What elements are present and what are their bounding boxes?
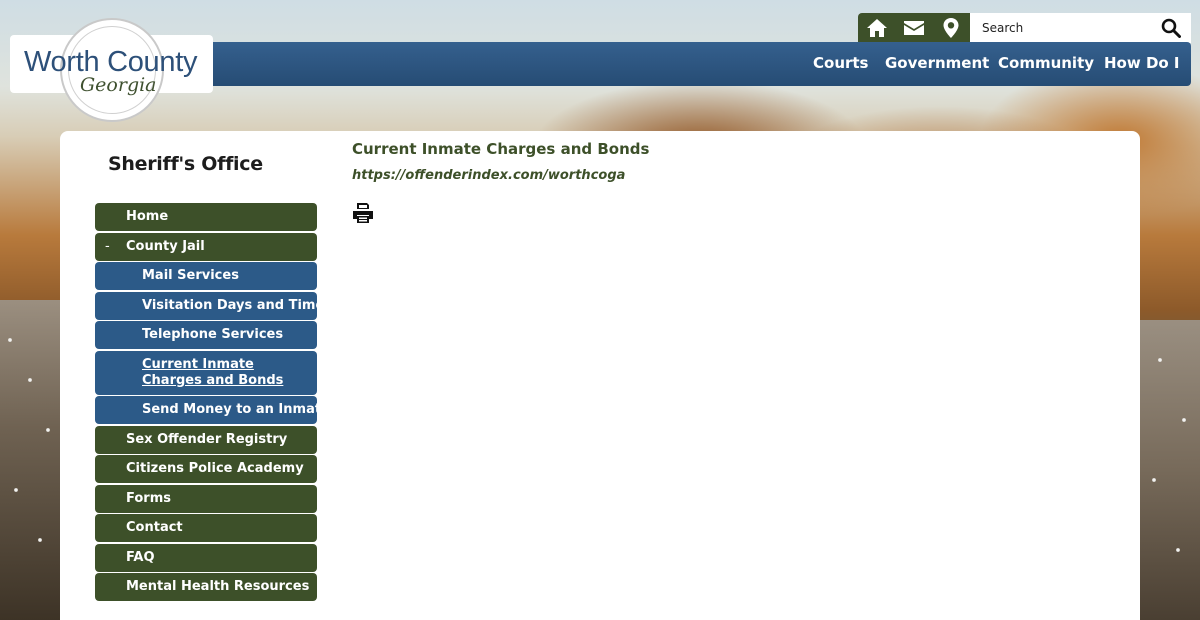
sidebar-item-label: Telephone Services	[142, 327, 284, 342]
sidebar-item-telephone[interactable]: Telephone Services	[95, 321, 317, 349]
sidebar-item-citizens-police-academy[interactable]: Citizens Police Academy	[95, 455, 317, 483]
sidebar-item-visitation[interactable]: Visitation Days and Times	[95, 291, 332, 320]
print-icon[interactable]	[352, 202, 374, 224]
sidebar-item-label: Mail Services	[142, 268, 239, 283]
background-cotton-right	[1140, 320, 1200, 620]
sidebar-item-label: Send Money to an Inmate	[142, 402, 330, 417]
search-input[interactable]	[970, 14, 1156, 42]
sidebar-item-contact[interactable]: Contact	[95, 514, 317, 542]
page-title: Current Inmate Charges and Bonds	[352, 140, 650, 158]
sidebar-item-send-money[interactable]: Send Money to an Inmate	[95, 396, 330, 424]
utility-bar	[858, 13, 1191, 43]
nav-item-community[interactable]: Community	[998, 54, 1094, 72]
sidebar-item-label: FAQ	[126, 549, 155, 565]
logo-subtitle: Georgia	[80, 74, 157, 96]
sidebar-item-label: Mental Health Resources	[126, 579, 310, 594]
content-panel: Sheriff's Office Home - County Jail Mail …	[60, 131, 1140, 620]
sidebar-item-label: County Jail	[126, 238, 205, 254]
sidebar-title: Sheriff's Office	[108, 153, 263, 175]
expand-indicator: -	[105, 238, 110, 254]
sidebar-item-mental-health[interactable]: Mental Health Resources	[95, 573, 317, 601]
main-content: Current Inmate Charges and Bonds https:/…	[352, 140, 650, 223]
sidebar-item-label: Contact	[126, 520, 183, 535]
sidebar-item-sex-offender-registry[interactable]: Sex Offender Registry	[95, 425, 317, 454]
nav-item-how-do-i[interactable]: How Do I	[1104, 54, 1180, 72]
search-icon[interactable]	[1156, 13, 1186, 43]
sidebar-item-label: Citizens Police Academy	[126, 461, 304, 476]
side-nav: Home - County Jail Mail Services Visitati…	[95, 203, 332, 603]
main-nav: Courts Government Community How Do I	[213, 42, 1191, 86]
map-pin-icon[interactable]	[932, 13, 969, 43]
sidebar-item-label: Current Inmate Charges and Bonds	[142, 356, 284, 388]
sidebar-item-forms[interactable]: Forms	[95, 484, 317, 513]
sidebar-item-label: Forms	[126, 490, 171, 506]
sidebar-item-inmate-charges[interactable]: Current Inmate Charges and Bonds	[95, 350, 317, 395]
sidebar-item-faq[interactable]: FAQ	[95, 543, 317, 572]
background-cotton-left	[0, 300, 60, 620]
nav-item-courts[interactable]: Courts	[813, 54, 869, 72]
home-icon[interactable]	[858, 13, 895, 43]
sidebar-item-label: Visitation Days and Times	[142, 297, 333, 313]
sidebar-item-home[interactable]: Home	[95, 203, 317, 231]
sidebar-item-mail-services[interactable]: Mail Services	[95, 262, 317, 290]
sidebar-item-county-jail[interactable]: - County Jail	[95, 232, 317, 261]
sidebar-item-label: Sex Offender Registry	[126, 431, 288, 447]
sidebar-item-label: Home	[126, 209, 169, 224]
offender-index-link[interactable]: https://offenderindex.com/worthcoga	[352, 168, 649, 183]
mail-icon[interactable]	[895, 13, 932, 43]
search-box	[970, 13, 1191, 43]
nav-item-government[interactable]: Government	[885, 54, 989, 72]
